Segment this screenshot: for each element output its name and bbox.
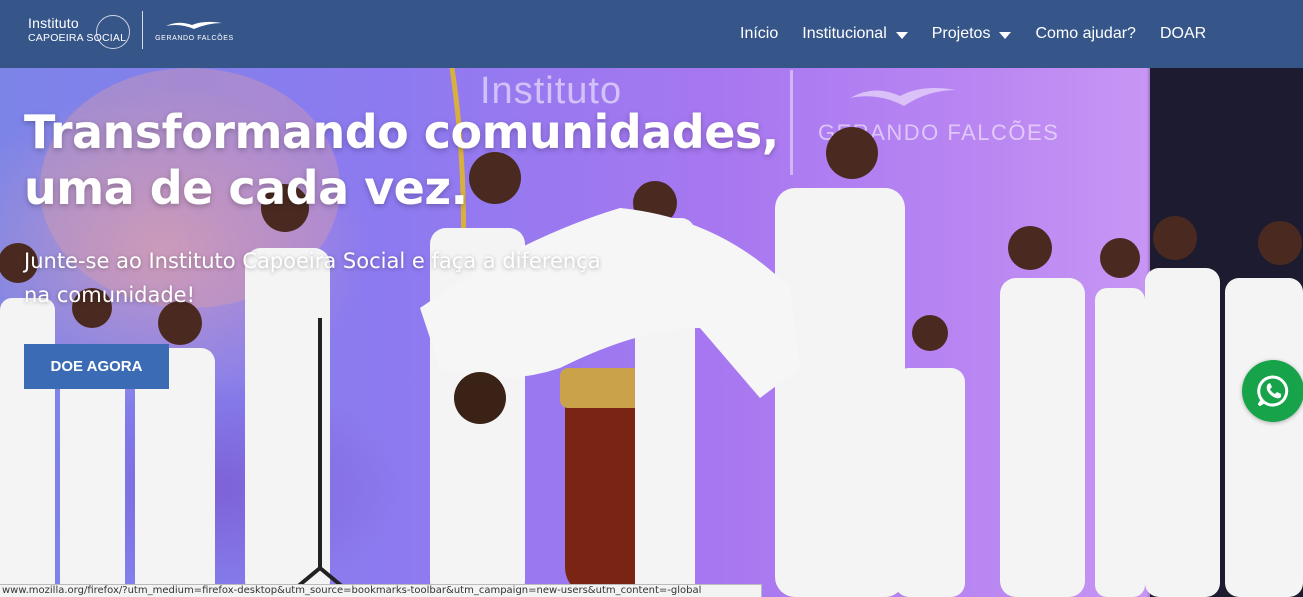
logo-divider: [142, 11, 144, 49]
logo-ring-icon: [96, 15, 131, 49]
hero-subtitle: Junte-se ao Instituto Capoeira Social e …: [24, 249, 601, 307]
nav-item-inicio[interactable]: Início: [740, 25, 778, 43]
nav-item-institucional[interactable]: Institucional: [802, 25, 908, 43]
site-header: Instituto CAPOEIRA SOCIAL GERANDO FALCÕE…: [0, 0, 1303, 68]
whatsapp-button[interactable]: [1242, 360, 1303, 422]
caret-down-icon: [999, 32, 1012, 39]
falcon-icon: [166, 21, 223, 29]
logo-gerando-falcoes: GERANDO FALCÕES: [155, 19, 234, 42]
nav-item-doar[interactable]: DOAR: [1160, 25, 1206, 43]
nav-item-label: Como ajudar?: [1035, 25, 1136, 42]
donate-now-button[interactable]: DOE AGORA: [24, 344, 169, 389]
nav-item-label: Institucional: [802, 25, 887, 42]
whatsapp-icon: [1257, 375, 1289, 407]
browser-status-bar: www.mozilla.org/firefox/?utm_medium=fire…: [0, 584, 762, 597]
hero-title: Transformando comunidades, uma de cada v…: [24, 105, 779, 215]
nav-item-label: Início: [740, 25, 779, 42]
nav-item-como-ajudar[interactable]: Como ajudar?: [1035, 25, 1136, 43]
site-logo[interactable]: Instituto CAPOEIRA SOCIAL GERANDO FALCÕE…: [28, 10, 234, 50]
caret-down-icon: [895, 32, 908, 39]
nav-item-projetos[interactable]: Projetos: [932, 25, 1012, 43]
main-nav: Início Institucional Projetos Como ajuda…: [740, 0, 1206, 68]
nav-item-label: DOAR: [1159, 25, 1207, 42]
hero-section: Instituto GERANDO FALCÕES Transformando …: [0, 68, 1303, 597]
nav-item-label: Projetos: [931, 25, 991, 42]
logo-gerando-falcoes-text: GERANDO FALCÕES: [155, 34, 234, 42]
